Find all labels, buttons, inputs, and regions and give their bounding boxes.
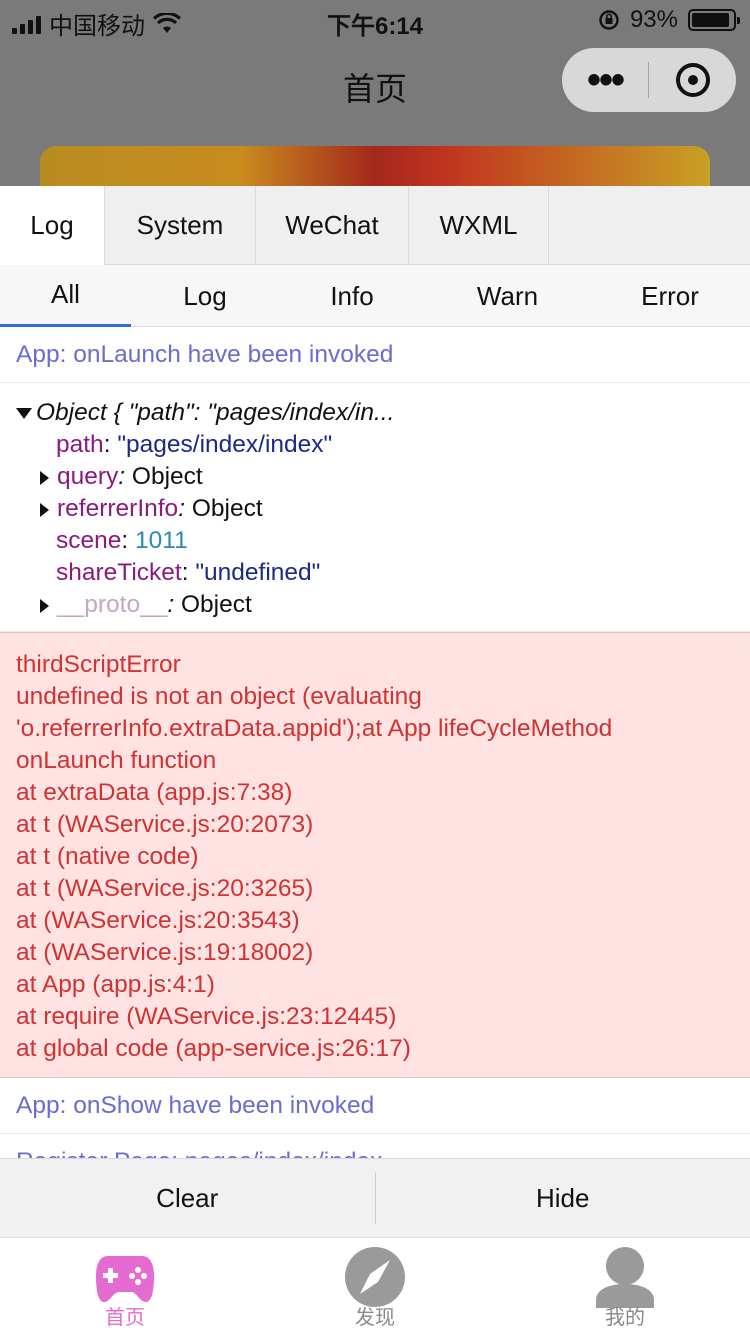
log-entry-object[interactable]: Object { "path": "pages/index/in... path… [0,383,750,632]
prop-key: referrerInfo [57,495,179,522]
more-icon[interactable]: ••• [562,60,648,100]
error-line: at (WAService.js:20:3543) [16,907,300,934]
log-entry-register-page: Register Page: pages/index/index [0,1134,750,1158]
prop-value: Object [180,591,252,618]
console-tabs: Log System WeChat WXML [0,186,750,265]
object-prop-path: path: "pages/index/index" [56,431,333,458]
object-summary[interactable]: Object { "path": "pages/index/in... [16,397,734,429]
prop-key: shareTicket [56,559,182,586]
log-filter-tabs: All Log Info Warn Error [0,265,750,327]
error-line: onLaunch function [16,747,217,774]
error-line: at require (WAService.js:23:12445) [16,1003,397,1030]
debug-console: Log System WeChat WXML All Log Info Warn… [0,186,750,1237]
tabbar-item-discover[interactable]: 发现 [250,1238,500,1334]
object-prop-query[interactable]: query: Object [16,461,734,493]
prop-value: Object [131,463,203,490]
menu-capsule: ••• [562,48,736,112]
console-actions: Clear Hide [0,1158,750,1237]
tabbar-label: 发现 [355,1307,395,1329]
battery-fill [692,13,730,27]
object-summary-text: Object { "path": "pages/index/in... [36,399,395,426]
hide-button[interactable]: Hide [376,1159,750,1238]
object-prop-scene: scene: 1011 [56,527,188,554]
error-line: at App (app.js:4:1) [16,971,215,998]
battery-icon [688,9,740,31]
tab-log[interactable]: Log [0,186,105,265]
prop-key: __proto__ [57,591,168,618]
error-line: at (WAService.js:19:18002) [16,939,314,966]
battery-percent: 93% [629,6,678,33]
prop-key: query [57,463,119,490]
log-list[interactable]: App: onLaunch have been invoked Object {… [0,327,750,1158]
log-entry-error: thirdScriptError undefined is not an obj… [0,632,750,1078]
banner-image [40,146,710,186]
filter-warn[interactable]: Warn [425,265,590,327]
prop-value: 1011 [135,527,188,554]
close-miniprogram-button[interactable] [649,63,736,97]
error-line: at t (WAService.js:20:2073) [16,811,314,838]
prop-value: Object [191,495,263,522]
clear-button[interactable]: Clear [0,1159,375,1238]
collapsed-caret-icon [40,502,49,517]
user-icon [596,1247,654,1308]
tabbar-item-home[interactable]: 首页 [0,1238,250,1334]
tab-wechat[interactable]: WeChat [256,186,409,265]
target-icon [675,63,710,97]
prop-value: "pages/index/index" [117,431,333,458]
object-prop-referrerinfo[interactable]: referrerInfo: Object [16,493,734,525]
object-prop-proto[interactable]: __proto__: Object [16,589,734,621]
tabbar-label: 我的 [605,1307,645,1329]
filter-error[interactable]: Error [590,265,750,327]
status-right: 93% [598,6,740,34]
tabbar-label: 首页 [105,1307,145,1329]
gamepad-icon [96,1256,154,1302]
prop-key: path [56,431,104,458]
app-background: 中国移动 下午6:14 93% 首页 ••• [0,0,750,186]
error-line: thirdScriptError [16,651,181,678]
tab-system[interactable]: System [105,186,256,265]
error-line: undefined is not an object (evaluating [16,683,422,710]
error-line: at t (native code) [16,843,199,870]
compass-icon [345,1247,405,1307]
object-prop-shareticket: shareTicket: "undefined" [56,559,321,586]
filter-log[interactable]: Log [131,265,279,327]
error-line: at extraData (app.js:7:38) [16,779,293,806]
prop-key: scene [56,527,122,554]
error-line: at global code (app-service.js:26:17) [16,1035,411,1062]
tab-wxml[interactable]: WXML [409,186,549,265]
error-line: at t (WAService.js:20:3265) [16,875,314,902]
tabbar-item-me[interactable]: 我的 [500,1238,750,1334]
tab-bar: 首页 发现 我的 [0,1237,750,1334]
filter-info[interactable]: Info [279,265,425,327]
error-line: 'o.referrerInfo.extraData.appid');at App… [16,715,613,742]
orientation-lock-icon [599,10,619,30]
prop-value: "undefined" [195,559,321,586]
status-bar: 中国移动 下午6:14 93% [0,0,750,40]
log-entry-onlaunch: App: onLaunch have been invoked [0,327,750,383]
collapsed-caret-icon [40,470,49,485]
expanded-caret-icon [16,408,32,420]
filter-all[interactable]: All [0,265,131,327]
log-entry-onshow: App: onShow have been invoked [0,1078,750,1134]
collapsed-caret-icon [40,598,49,613]
